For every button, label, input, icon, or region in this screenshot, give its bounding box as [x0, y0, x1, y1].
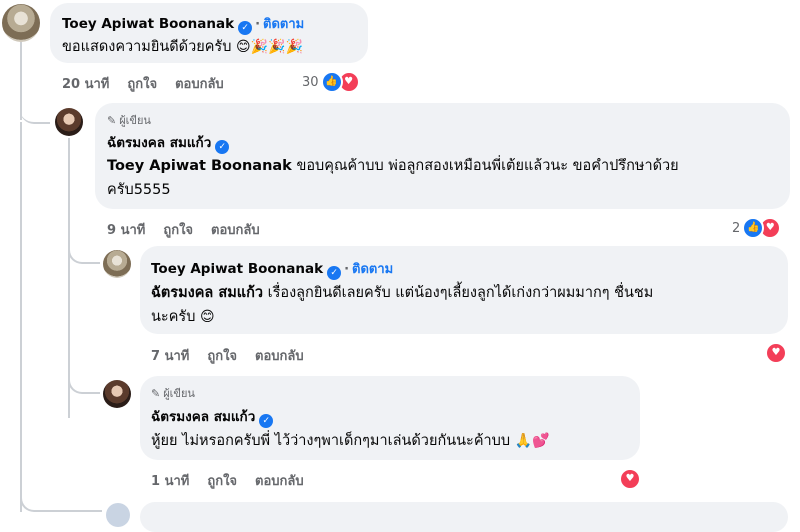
comment-body-line2: นะครับ: [151, 309, 196, 325]
author-badge: ✎ ผู้เขียน: [151, 384, 195, 402]
comment-actions: 1 นาที ถูกใจ ตอบกลับ: [151, 470, 322, 491]
avatar[interactable]: [103, 380, 131, 408]
comment-text: Toey Apiwat Boonanak ขอบคุณค้าบบ พ่อลูกส…: [107, 154, 679, 178]
like-action[interactable]: ถูกใจ: [207, 474, 237, 489]
verified-badge-icon: ✓: [215, 140, 230, 154]
avatar[interactable]: [106, 503, 130, 527]
comment-text: หู้ยย ไม่หรอกครับพี่ ไว้ว่างๆพาเด็กๆมาเล…: [151, 429, 550, 453]
comment-text: ขอแสดงความยินดีด้วยครับ 😊🎉🎉🎉: [62, 35, 303, 59]
reply-action[interactable]: ตอบกลับ: [175, 77, 224, 92]
comment-header: Toey Apiwat Boonanak ✓ · ติดตาม: [151, 258, 393, 280]
author-badge-label: ผู้เขียน: [119, 114, 151, 127]
separator: ·: [255, 17, 261, 32]
avatar[interactable]: [103, 250, 131, 278]
comment-bubble: [140, 502, 788, 532]
comment-actions: 9 นาที ถูกใจ ตอบกลับ: [107, 219, 278, 240]
reaction-summary[interactable]: ♥: [765, 342, 787, 364]
like-action[interactable]: ถูกใจ: [207, 349, 237, 364]
reaction-count: 2: [732, 220, 741, 236]
verified-badge-icon: ✓: [327, 266, 342, 280]
comment-body: ขอบคุณค้าบบ พ่อลูกสองเหมือนพี่เต้ยแล้วนะ…: [296, 158, 679, 174]
emoji-group: 🙏💕: [514, 433, 550, 449]
reaction-summary[interactable]: 30 👍 ♥: [302, 71, 360, 93]
reply-action[interactable]: ตอบกลับ: [255, 349, 304, 364]
verified-badge-icon: ✓: [238, 21, 253, 35]
heart-icon: ♥: [765, 342, 787, 364]
timestamp[interactable]: 9 นาที: [107, 223, 145, 238]
avatar[interactable]: [2, 4, 40, 42]
comment-text-line2: นะครับ 😊: [151, 305, 215, 329]
emoji-group: 😊🎉🎉🎉: [236, 39, 303, 55]
thread-connector: [20, 100, 50, 124]
pen-icon: ✎: [151, 387, 161, 400]
reaction-summary[interactable]: 2 👍 ♥: [732, 217, 782, 239]
like-action[interactable]: ถูกใจ: [163, 223, 193, 238]
commenter-name[interactable]: ฉัตรมงคล สมแก้ว: [151, 409, 255, 425]
avatar[interactable]: [55, 108, 83, 136]
author-badge: ✎ ผู้เขียน: [107, 111, 151, 129]
follow-link[interactable]: ติดตาม: [352, 262, 393, 277]
comment-header: Toey Apiwat Boonanak ✓ · ติดตาม: [62, 13, 304, 35]
timestamp[interactable]: 20 นาที: [62, 77, 109, 92]
reply-action[interactable]: ตอบกลับ: [211, 223, 260, 238]
timestamp[interactable]: 1 นาที: [151, 474, 189, 489]
thread-connector: [20, 482, 102, 512]
follow-link[interactable]: ติดตาม: [263, 17, 304, 32]
thread-connector: [68, 360, 100, 394]
pen-icon: ✎: [107, 114, 117, 127]
reaction-summary[interactable]: ♥: [619, 468, 641, 490]
comment-actions: 20 นาที ถูกใจ ตอบกลับ: [62, 73, 242, 94]
author-badge-label: ผู้เขียน: [163, 387, 195, 400]
comment-body: ขอแสดงความยินดีด้วยครับ: [62, 39, 232, 55]
thumbs-up-icon: 👍: [742, 217, 765, 239]
reaction-count: 30: [302, 74, 319, 90]
emoji-group: 😊: [200, 309, 215, 325]
comment-actions: 7 นาที ถูกใจ ตอบกลับ: [151, 345, 322, 366]
reply-action[interactable]: ตอบกลับ: [255, 474, 304, 489]
comment-body: เรื่องลูกยินดีเลยครับ แต่น้องๆเลี้ยงลูกไ…: [267, 285, 654, 301]
thread-connector: [68, 230, 100, 264]
mention-link[interactable]: Toey Apiwat Boonanak: [107, 158, 292, 174]
separator: ·: [344, 262, 350, 277]
thread-line: [20, 122, 22, 512]
heart-icon: ♥: [619, 468, 641, 490]
commenter-name[interactable]: Toey Apiwat Boonanak: [62, 16, 234, 32]
comment-header: ฉัตรมงคล สมแก้ว ✓: [151, 405, 274, 428]
comment-body: หู้ยย ไม่หรอกครับพี่ ไว้ว่างๆพาเด็กๆมาเล…: [151, 433, 511, 449]
comment-text-line2: ครับ5555: [107, 182, 171, 198]
commenter-name[interactable]: ฉัตรมงคล สมแก้ว: [107, 135, 211, 151]
mention-link[interactable]: ฉัตรมงคล สมแก้ว: [151, 285, 263, 301]
comment-header: ฉัตรมงคล สมแก้ว ✓: [107, 131, 230, 154]
timestamp[interactable]: 7 นาที: [151, 349, 189, 364]
commenter-name[interactable]: Toey Apiwat Boonanak: [151, 261, 323, 277]
comment-text: ฉัตรมงคล สมแก้ว เรื่องลูกยินดีเลยครับ แต…: [151, 281, 653, 305]
verified-badge-icon: ✓: [259, 414, 274, 428]
thumbs-up-icon: 👍: [320, 71, 343, 93]
like-action[interactable]: ถูกใจ: [127, 77, 157, 92]
